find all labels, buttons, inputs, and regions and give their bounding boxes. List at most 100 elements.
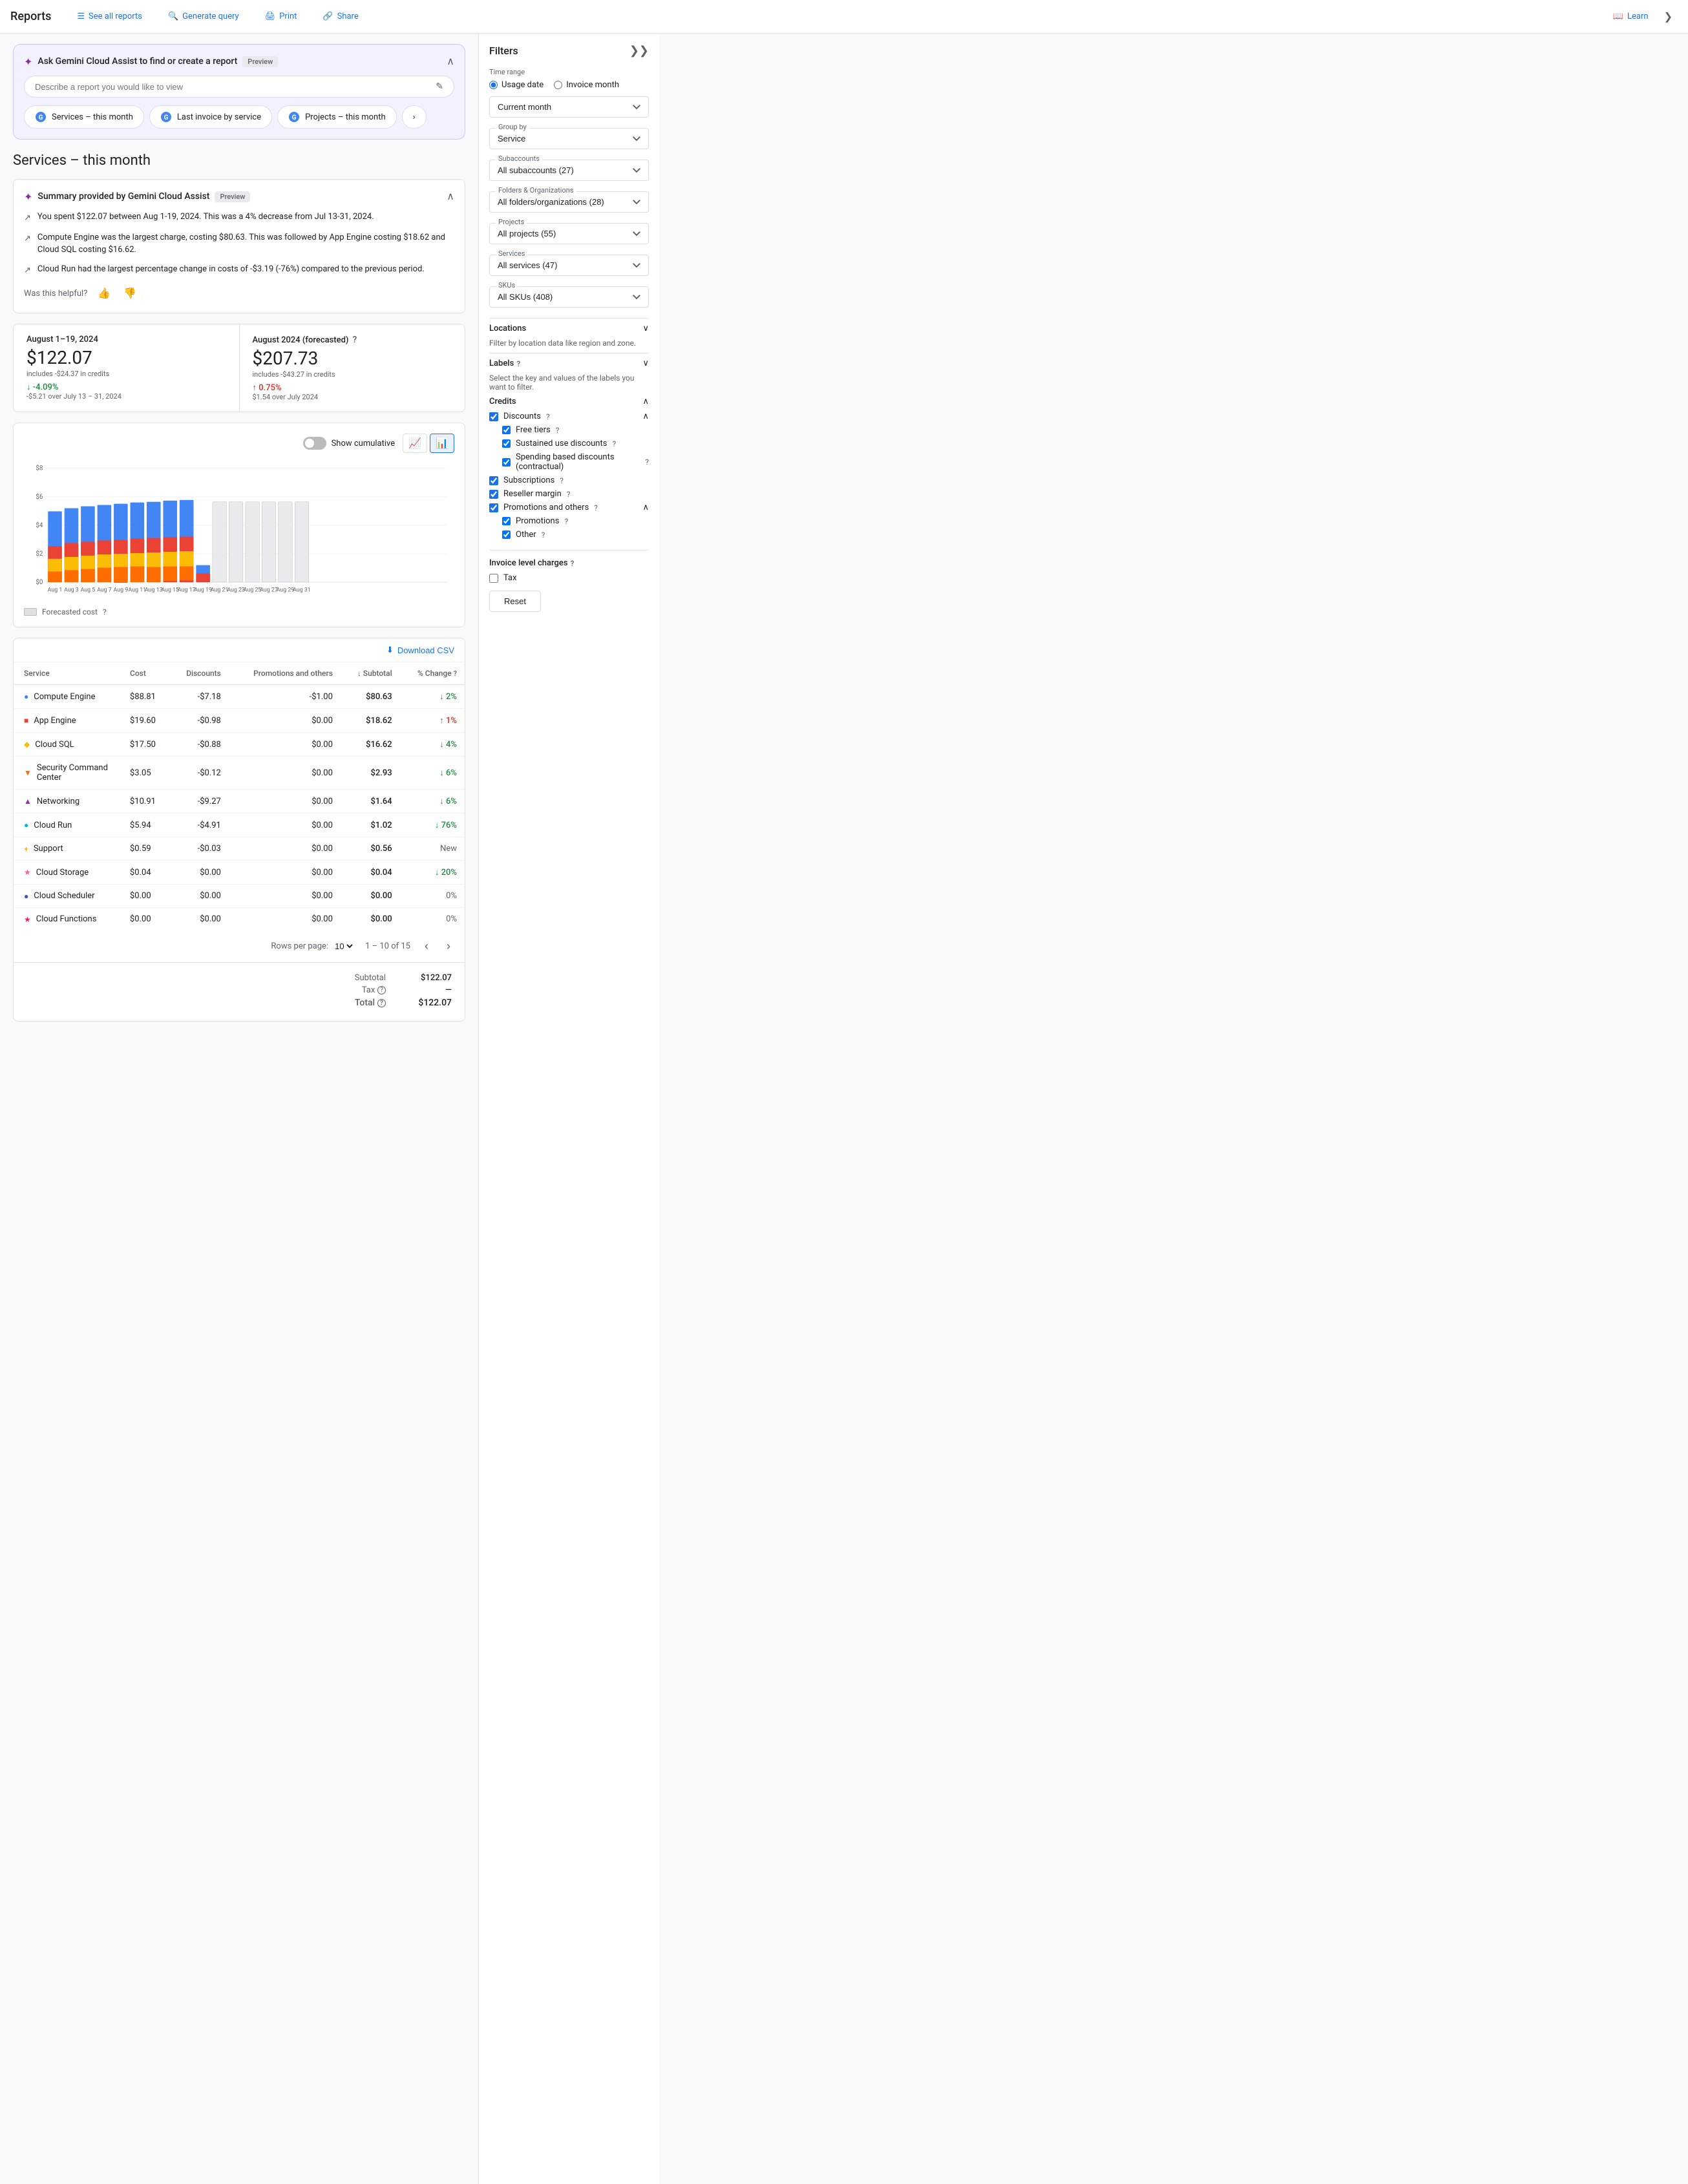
chart-svg: $8 $6 $4 $2 $0 <box>24 461 454 600</box>
download-csv-button[interactable]: ⬇ Download CSV <box>386 645 454 655</box>
print-icon: 🖨 <box>265 12 276 21</box>
discounts-cell-5: -$4.91 <box>169 814 229 837</box>
invoice-month-option[interactable]: Invoice month <box>554 80 619 90</box>
chip-next[interactable]: › <box>402 105 427 129</box>
current-month-select[interactable]: Current month <box>489 96 649 118</box>
table-row: ▲ Networking $10.91 -$9.27 $0.00 $1.64 ↓… <box>14 790 465 814</box>
table-row: + Support $0.59 -$0.03 $0.00 $0.56 New <box>14 837 465 861</box>
reseller-margin-checkbox[interactable] <box>489 490 498 499</box>
current-change-sub: -$5.21 over July 13 – 31, 2024 <box>26 392 226 401</box>
discounts-help-icon[interactable]: ? <box>546 412 550 421</box>
tax-filter-checkbox[interactable] <box>489 574 498 583</box>
promotions-cell-2: $0.00 <box>229 733 341 757</box>
sustained-use-checkbox[interactable] <box>502 439 511 448</box>
line-chart-button[interactable]: 📈 <box>403 434 427 453</box>
generate-query-link[interactable]: 🔍 Generate query <box>163 8 244 25</box>
svg-text:Aug 23: Aug 23 <box>227 587 245 594</box>
service-icon-8: ● <box>24 892 28 901</box>
reseller-help-icon[interactable]: ? <box>567 490 571 499</box>
forecast-swatch <box>24 608 37 616</box>
reseller-margin-item: Reseller margin ? <box>489 489 649 499</box>
col-header-discounts: Discounts <box>169 662 229 685</box>
spending-based-checkbox[interactable] <box>502 458 511 467</box>
invoice-month-radio[interactable] <box>554 81 562 89</box>
learn-link[interactable]: 📖 Learn <box>1608 8 1654 25</box>
free-tiers-checkbox[interactable] <box>502 426 511 434</box>
forecast-help-icon[interactable]: ? <box>103 607 107 616</box>
locations-header[interactable]: Locations ∨ <box>489 318 649 339</box>
spending-based-item: Spending based discounts (contractual) ? <box>489 452 649 472</box>
svg-text:Aug 27: Aug 27 <box>260 587 278 594</box>
summary-bullet-1: ↗ You spent $122.07 between Aug 1-19, 20… <box>24 211 454 225</box>
chip-projects-month[interactable]: G Projects – this month <box>277 105 397 129</box>
service-icon-1: ■ <box>24 716 28 725</box>
tax-help-icon[interactable]: ? <box>377 986 386 994</box>
discounts-checkbox[interactable] <box>489 412 498 421</box>
free-tiers-item: Free tiers ? <box>489 425 649 435</box>
next-page-button[interactable]: › <box>443 938 454 954</box>
credits-chevron-icon: ∧ <box>642 397 649 406</box>
chip-services-month[interactable]: G Services – this month <box>24 105 144 129</box>
spending-help-icon[interactable]: ? <box>645 457 649 467</box>
prev-page-button[interactable]: ‹ <box>421 938 432 954</box>
gemini-search-input[interactable] <box>35 82 430 92</box>
change-cell-8: 0% <box>400 885 465 908</box>
promotions-parent-help-icon[interactable]: ? <box>594 503 598 512</box>
rows-per-page-select[interactable]: 10 25 50 <box>332 941 355 952</box>
free-tiers-help-icon[interactable]: ? <box>556 426 560 435</box>
total-help-icon[interactable]: ? <box>377 999 386 1007</box>
helpful-row: Was this helpful? 👍 👎 <box>24 284 454 302</box>
svg-text:$4: $4 <box>36 522 43 529</box>
change-help-icon[interactable]: ? <box>454 669 457 678</box>
time-range-label: Time range <box>489 68 649 76</box>
print-link[interactable]: 🖨 Print <box>260 8 302 25</box>
reset-button[interactable]: Reset <box>489 591 541 612</box>
sustained-use-item: Sustained use discounts ? <box>489 439 649 448</box>
learn-icon: 📖 <box>1613 12 1623 21</box>
show-cumulative-toggle[interactable]: Show cumulative <box>303 437 396 450</box>
service-name-2: Cloud SQL <box>35 740 74 750</box>
summary-collapse-button[interactable]: ∧ <box>447 190 454 203</box>
collapse-sidebar-button[interactable]: ❯ <box>1659 6 1678 27</box>
thumbs-down-button[interactable]: 👎 <box>121 284 139 302</box>
svg-text:Aug 13: Aug 13 <box>145 587 163 594</box>
subscriptions-checkbox[interactable] <box>489 476 498 485</box>
gemini-collapse-button[interactable]: ∧ <box>447 55 454 68</box>
table-row: ◆ Cloud SQL $17.50 -$0.88 $0.00 $16.62 ↓… <box>14 733 465 757</box>
svg-text:Aug 25: Aug 25 <box>244 587 262 594</box>
svg-text:$0: $0 <box>36 579 43 586</box>
sustained-help-icon[interactable]: ? <box>612 439 616 448</box>
usage-date-radio[interactable] <box>489 81 498 89</box>
labels-header[interactable]: Labels ? ∨ <box>489 353 649 373</box>
promotions-parent-checkbox[interactable] <box>489 503 498 512</box>
quick-reports: G Services – this month G Last invoice b… <box>24 105 454 129</box>
labels-help-icon[interactable]: ? <box>516 359 520 368</box>
chart-controls: Show cumulative 📈 📊 <box>24 434 454 453</box>
thumbs-up-button[interactable]: 👍 <box>95 284 113 302</box>
other-help-icon[interactable]: ? <box>542 530 545 540</box>
promotions-sub-help-icon[interactable]: ? <box>564 517 568 526</box>
summary-bullet-2: ↗ Compute Engine was the largest charge,… <box>24 231 454 257</box>
chip-last-invoice[interactable]: G Last invoice by service <box>149 105 272 129</box>
service-cell-0: ● Compute Engine <box>14 685 130 709</box>
promotions-sub-checkbox[interactable] <box>502 517 511 525</box>
svg-text:Aug 3: Aug 3 <box>64 587 79 594</box>
usage-date-option[interactable]: Usage date <box>489 80 543 90</box>
see-all-reports-link[interactable]: ☰ See all reports <box>72 8 147 25</box>
bar-chart-button[interactable]: 📊 <box>430 434 454 453</box>
other-checkbox[interactable] <box>502 530 511 539</box>
forecasted-help-icon[interactable]: ? <box>352 335 357 345</box>
credits-header[interactable]: Credits ∧ <box>489 397 649 406</box>
service-icon-0: ● <box>24 692 28 701</box>
subscriptions-help-icon[interactable]: ? <box>560 476 564 485</box>
invoice-level-help-icon[interactable]: ? <box>571 559 575 568</box>
service-name-3: Security Command Center <box>37 763 122 782</box>
promotions-cell-9: $0.00 <box>229 908 341 931</box>
share-link[interactable]: 🔗 Share <box>317 8 363 25</box>
promotions-parent-collapse-icon[interactable]: ∧ <box>642 503 649 512</box>
filters-expand-button[interactable]: ❯❯ <box>629 44 649 58</box>
labels-desc: Select the key and values of the labels … <box>489 373 649 392</box>
subaccounts-section: Subaccounts All subaccounts (27) <box>489 160 649 181</box>
discounts-collapse-icon[interactable]: ∧ <box>642 412 649 421</box>
trend-icon-2: ↗ <box>24 233 31 246</box>
